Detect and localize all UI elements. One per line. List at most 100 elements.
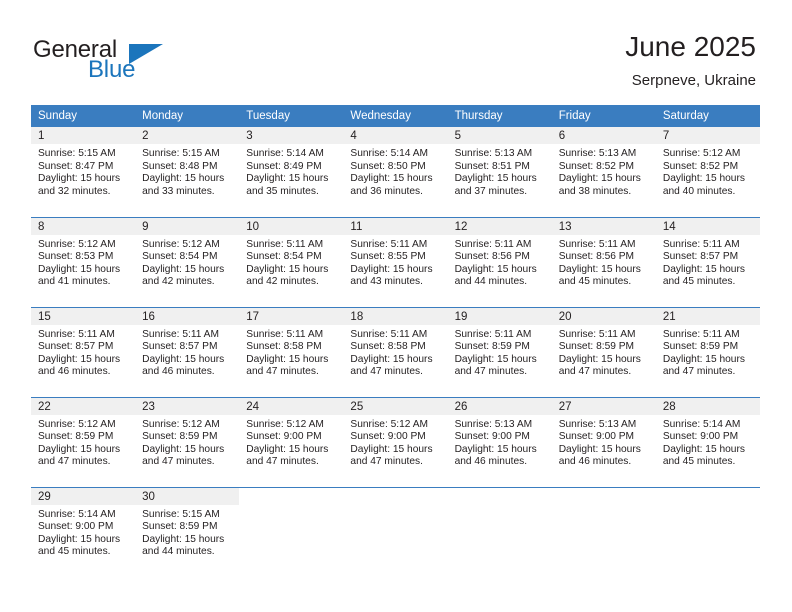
calendar-day-cell[interactable]: 10 Sunrise: 5:11 AM Sunset: 8:54 PM Dayl… bbox=[239, 216, 344, 307]
calendar-day-cell[interactable]: 23 Sunrise: 5:12 AM Sunset: 8:59 PM Dayl… bbox=[135, 396, 240, 487]
calendar-day-cell[interactable]: 12 Sunrise: 5:11 AM Sunset: 8:56 PM Dayl… bbox=[447, 216, 552, 307]
calendar-day-cell[interactable]: 27 Sunrise: 5:13 AM Sunset: 9:00 PM Dayl… bbox=[551, 396, 656, 487]
daylight-text-line2: and 42 minutes. bbox=[142, 276, 215, 288]
calendar-header-row: Sunday Monday Tuesday Wednesday Thursday… bbox=[31, 105, 760, 127]
calendar-day-cell[interactable]: 14 Sunrise: 5:11 AM Sunset: 8:57 PM Dayl… bbox=[655, 216, 760, 307]
calendar-day-cell[interactable]: 11 Sunrise: 5:11 AM Sunset: 8:55 PM Dayl… bbox=[343, 216, 448, 307]
calendar-day-cell[interactable]: 21 Sunrise: 5:11 AM Sunset: 8:59 PM Dayl… bbox=[655, 306, 760, 397]
day-info: Sunrise: 5:15 AM Sunset: 8:48 PM Dayligh… bbox=[135, 144, 239, 198]
day-number: 25 bbox=[343, 397, 448, 415]
day-number: 7 bbox=[655, 127, 760, 144]
sunset-text: Sunset: 8:50 PM bbox=[350, 160, 426, 172]
sunset-text: Sunset: 8:54 PM bbox=[246, 251, 322, 263]
weekday-header-tuesday: Tuesday bbox=[239, 105, 344, 127]
calendar-day-cell[interactable]: 8 Sunrise: 5:12 AM Sunset: 8:53 PM Dayli… bbox=[31, 216, 136, 307]
sunset-text: Sunset: 8:51 PM bbox=[454, 160, 530, 172]
calendar-day-cell[interactable]: 7 Sunrise: 5:12 AM Sunset: 8:52 PM Dayli… bbox=[655, 127, 760, 217]
day-number: 13 bbox=[551, 217, 656, 235]
daylight-text-line1: Daylight: 15 hours bbox=[350, 443, 433, 455]
daylight-text-line1: Daylight: 15 hours bbox=[246, 263, 329, 275]
calendar-day-cell[interactable]: 4 Sunrise: 5:14 AM Sunset: 8:50 PM Dayli… bbox=[343, 127, 448, 217]
sunset-text: Sunset: 8:56 PM bbox=[558, 251, 635, 263]
day-info: Sunrise: 5:12 AM Sunset: 8:59 PM Dayligh… bbox=[31, 415, 135, 469]
calendar-day-cell[interactable]: 22 Sunrise: 5:12 AM Sunset: 8:59 PM Dayl… bbox=[31, 396, 136, 487]
calendar-day-cell[interactable]: 29 Sunrise: 5:14 AM Sunset: 9:00 PM Dayl… bbox=[31, 486, 136, 577]
daylight-text-line1: Daylight: 15 hours bbox=[142, 533, 225, 545]
calendar-day-cell[interactable]: 20 Sunrise: 5:11 AM Sunset: 8:59 PM Dayl… bbox=[551, 306, 656, 397]
sunset-text: Sunset: 9:00 PM bbox=[38, 521, 114, 533]
sunrise-text: Sunrise: 5:12 AM bbox=[38, 418, 116, 430]
daylight-text-line1: Daylight: 15 hours bbox=[246, 353, 329, 365]
sunset-text: Sunset: 8:59 PM bbox=[454, 341, 530, 353]
day-number: 20 bbox=[551, 307, 656, 325]
day-number: 10 bbox=[239, 217, 344, 235]
daylight-text-line2: and 47 minutes. bbox=[246, 456, 319, 468]
sunset-text: Sunset: 8:59 PM bbox=[38, 431, 114, 443]
calendar-day-cell[interactable]: 1 Sunrise: 5:15 AM Sunset: 8:47 PM Dayli… bbox=[31, 127, 136, 217]
day-info: Sunrise: 5:11 AM Sunset: 8:59 PM Dayligh… bbox=[448, 325, 552, 379]
sunrise-text: Sunrise: 5:11 AM bbox=[38, 328, 115, 340]
weekday-header-wednesday: Wednesday bbox=[343, 105, 448, 127]
daylight-text-line1: Daylight: 15 hours bbox=[142, 353, 225, 365]
day-info: Sunrise: 5:13 AM Sunset: 8:52 PM Dayligh… bbox=[552, 144, 656, 198]
daylight-text-line1: Daylight: 15 hours bbox=[246, 443, 329, 455]
calendar-day-cell[interactable]: 19 Sunrise: 5:11 AM Sunset: 8:59 PM Dayl… bbox=[447, 306, 552, 397]
calendar-day-cell[interactable]: 5 Sunrise: 5:13 AM Sunset: 8:51 PM Dayli… bbox=[447, 127, 552, 217]
daylight-text-line2: and 46 minutes. bbox=[38, 366, 111, 378]
calendar-day-cell[interactable]: 3 Sunrise: 5:14 AM Sunset: 8:49 PM Dayli… bbox=[239, 127, 344, 217]
sunset-text: Sunset: 9:00 PM bbox=[454, 431, 530, 443]
sunrise-text: Sunrise: 5:11 AM bbox=[454, 328, 532, 340]
calendar-day-cell[interactable]: 26 Sunrise: 5:13 AM Sunset: 9:00 PM Dayl… bbox=[447, 396, 552, 487]
daylight-text-line1: Daylight: 15 hours bbox=[142, 263, 225, 275]
daylight-text-line1: Daylight: 15 hours bbox=[350, 173, 433, 185]
calendar-day-cell[interactable]: 30 Sunrise: 5:15 AM Sunset: 8:59 PM Dayl… bbox=[135, 486, 240, 577]
sunset-text: Sunset: 8:53 PM bbox=[38, 251, 114, 263]
day-info: Sunrise: 5:12 AM Sunset: 8:59 PM Dayligh… bbox=[135, 415, 239, 469]
calendar-day-cell[interactable]: 13 Sunrise: 5:11 AM Sunset: 8:56 PM Dayl… bbox=[551, 216, 656, 307]
calendar-day-cell[interactable]: 28 Sunrise: 5:14 AM Sunset: 9:00 PM Dayl… bbox=[655, 396, 760, 487]
daylight-text-line1: Daylight: 15 hours bbox=[142, 173, 225, 185]
sunset-text: Sunset: 8:59 PM bbox=[142, 431, 218, 443]
day-number: 19 bbox=[447, 307, 552, 325]
daylight-text-line2: and 45 minutes. bbox=[38, 546, 111, 558]
weekday-header-friday: Friday bbox=[551, 105, 656, 127]
daylight-text-line2: and 47 minutes. bbox=[350, 456, 423, 468]
day-number: 27 bbox=[551, 397, 656, 415]
calendar-day-cell[interactable]: 16 Sunrise: 5:11 AM Sunset: 8:57 PM Dayl… bbox=[135, 306, 240, 397]
daylight-text-line2: and 47 minutes. bbox=[454, 366, 528, 378]
daylight-text-line2: and 42 minutes. bbox=[246, 276, 319, 288]
daylight-text-line1: Daylight: 15 hours bbox=[558, 353, 641, 365]
sunset-text: Sunset: 9:00 PM bbox=[662, 431, 739, 443]
day-info: Sunrise: 5:11 AM Sunset: 8:58 PM Dayligh… bbox=[239, 325, 343, 379]
day-info: Sunrise: 5:14 AM Sunset: 8:49 PM Dayligh… bbox=[239, 144, 343, 198]
calendar-week-row: 8 Sunrise: 5:12 AM Sunset: 8:53 PM Dayli… bbox=[31, 216, 760, 307]
daylight-text-line2: and 47 minutes. bbox=[558, 366, 632, 378]
daylight-text-line1: Daylight: 15 hours bbox=[38, 533, 121, 545]
day-number: 23 bbox=[135, 397, 240, 415]
calendar-day-cell[interactable]: 15 Sunrise: 5:11 AM Sunset: 8:57 PM Dayl… bbox=[31, 306, 136, 397]
calendar-day-cell[interactable]: 6 Sunrise: 5:13 AM Sunset: 8:52 PM Dayli… bbox=[551, 127, 656, 217]
calendar-day-cell[interactable]: 25 Sunrise: 5:12 AM Sunset: 9:00 PM Dayl… bbox=[343, 396, 448, 487]
calendar-day-cell[interactable]: 18 Sunrise: 5:11 AM Sunset: 8:58 PM Dayl… bbox=[343, 306, 448, 397]
calendar-day-cell[interactable]: 24 Sunrise: 5:12 AM Sunset: 9:00 PM Dayl… bbox=[239, 396, 344, 487]
day-number: 26 bbox=[447, 397, 552, 415]
day-info: Sunrise: 5:12 AM Sunset: 9:00 PM Dayligh… bbox=[343, 415, 447, 469]
calendar-day-cell[interactable]: 17 Sunrise: 5:11 AM Sunset: 8:58 PM Dayl… bbox=[239, 306, 344, 397]
daylight-text-line1: Daylight: 15 hours bbox=[558, 173, 641, 185]
daylight-text-line2: and 36 minutes. bbox=[350, 185, 423, 197]
weekday-header-thursday: Thursday bbox=[447, 105, 552, 127]
sunset-text: Sunset: 8:55 PM bbox=[350, 251, 426, 263]
page-subtitle: Serpneve, Ukraine bbox=[631, 72, 756, 89]
sunrise-text: Sunrise: 5:11 AM bbox=[662, 238, 740, 250]
general-blue-logo[interactable]: General Blue bbox=[33, 36, 183, 84]
calendar-day-cell[interactable]: 2 Sunrise: 5:15 AM Sunset: 8:48 PM Dayli… bbox=[135, 127, 240, 217]
day-info: Sunrise: 5:11 AM Sunset: 8:56 PM Dayligh… bbox=[448, 235, 552, 289]
daylight-text-line2: and 37 minutes. bbox=[454, 185, 528, 197]
daylight-text-line2: and 32 minutes. bbox=[38, 185, 111, 197]
sunrise-text: Sunrise: 5:12 AM bbox=[38, 238, 116, 250]
calendar-day-cell[interactable]: 9 Sunrise: 5:12 AM Sunset: 8:54 PM Dayli… bbox=[135, 216, 240, 307]
day-number: 6 bbox=[551, 127, 656, 144]
sunrise-text: Sunrise: 5:11 AM bbox=[558, 238, 636, 250]
daylight-text-line2: and 47 minutes. bbox=[662, 366, 736, 378]
day-info: Sunrise: 5:11 AM Sunset: 8:59 PM Dayligh… bbox=[656, 325, 760, 379]
